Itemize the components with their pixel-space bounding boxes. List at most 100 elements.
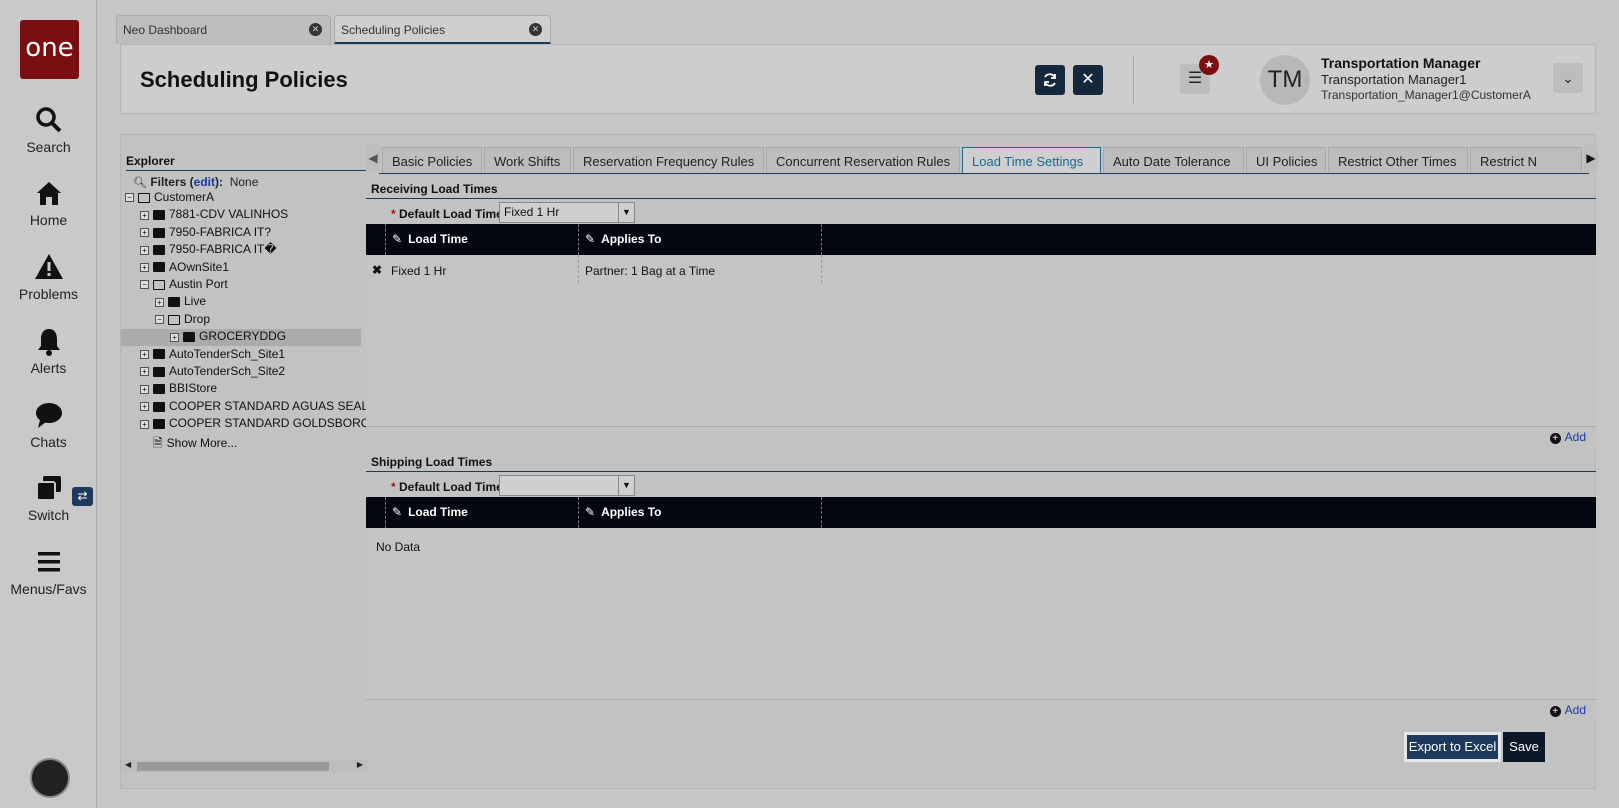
receiving-add-link[interactable]: + Add (1549, 430, 1586, 444)
receiving-divider (366, 198, 1596, 199)
chevron-down-icon: ▼ (618, 203, 634, 222)
tree-node-label: 7950-FABRICA IT� (169, 242, 277, 257)
tree-node-label: Live (184, 294, 207, 309)
row-applies-to[interactable]: Partner: 1 Bag at a Time (585, 264, 715, 278)
nav-search-label: Search (26, 139, 71, 155)
folder-icon (153, 245, 165, 256)
column-applies-to[interactable]: ✎ Applies To (578, 224, 821, 255)
column-load-time[interactable]: ✎ Load Time (385, 224, 578, 255)
scrollbar-thumb[interactable] (137, 762, 329, 771)
expand-icon[interactable]: + (140, 419, 149, 429)
nav-menus[interactable]: Menus/Favs (0, 547, 97, 597)
nav-problems[interactable]: Problems (0, 252, 97, 302)
tree-node[interactable]: − CustomerA (125, 190, 214, 207)
favorites-star-icon[interactable]: ★ (1199, 55, 1219, 75)
user-role: Transportation Manager1 (1321, 72, 1467, 87)
expand-icon[interactable]: + (170, 332, 179, 342)
folder-open-icon (138, 192, 150, 203)
refresh-button[interactable] (1035, 65, 1065, 95)
user-menu-button[interactable]: ⌄ (1553, 63, 1583, 93)
tree-node-label: AOwnSite1 (169, 259, 230, 274)
tree-node[interactable]: − Austin Port (140, 277, 228, 294)
assistant-avatar[interactable] (30, 758, 70, 798)
tree-node[interactable]: + COOPER STANDARD GOLDSBORO (140, 416, 370, 433)
scroll-left-icon[interactable]: ◀ (125, 760, 131, 769)
collapse-icon[interactable]: − (125, 193, 134, 203)
policy-tab[interactable]: Basic Policies (382, 147, 482, 174)
expand-icon[interactable]: + (140, 245, 149, 255)
row-load-time[interactable]: Fixed 1 Hr (391, 264, 446, 278)
tab-label: Neo Dashboard (123, 23, 208, 37)
expand-icon[interactable]: + (140, 349, 149, 359)
nav-problems-label: Problems (18, 286, 79, 302)
export-to-excel-button[interactable]: Export to Excel (1404, 732, 1501, 762)
app-logo[interactable]: one (20, 20, 79, 79)
shipping-add-link[interactable]: + Add (1549, 703, 1586, 717)
shipping-section-title: Shipping Load Times (371, 455, 493, 469)
tab-scheduling-policies[interactable]: Scheduling Policies ✕ (334, 15, 551, 44)
tree-node[interactable]: + AutoTenderSch_Site1 (140, 347, 285, 364)
explorer-scrollbar[interactable]: ◀ ▶ (121, 759, 367, 773)
tree-node-label: COOPER STANDARD GOLDSBORO (169, 416, 371, 431)
save-button[interactable]: Save (1503, 732, 1545, 762)
nav-alerts[interactable]: Alerts (0, 326, 97, 376)
folder-open-icon (168, 314, 180, 325)
tree-node[interactable]: + AutoTenderSch_Site2 (140, 364, 285, 381)
receiving-default-label: * Default Load Time: (391, 207, 507, 221)
filters-edit-link[interactable]: edit (194, 175, 215, 189)
tree-node-label: 7881-CDV VALINHOS (169, 207, 289, 222)
policy-tab[interactable]: Restrict N (1470, 147, 1582, 174)
delete-row-icon[interactable]: ✖ (372, 263, 382, 277)
explorer-panel: Explorer 🔍︎ Filters (edit): None − Custom… (121, 135, 404, 790)
tree-node[interactable]: +7881-CDV VALINHOS (140, 207, 288, 224)
collapse-icon[interactable]: − (155, 315, 164, 325)
policy-tab[interactable]: Reservation Frequency Rules (573, 147, 764, 174)
column-applies-to[interactable]: ✎ Applies To (578, 497, 821, 528)
scroll-right-icon[interactable]: ▶ (357, 760, 363, 769)
tab-neo-dashboard[interactable]: Neo Dashboard ✕ (116, 15, 331, 44)
cell-divider (578, 255, 579, 283)
nav-chats[interactable]: Chats (0, 400, 97, 450)
tree-node-label: GROCERYDDG (199, 329, 287, 344)
policy-tab[interactable]: Restrict Other Times (1328, 147, 1468, 174)
close-tab-icon[interactable]: ✕ (309, 23, 322, 36)
expand-icon[interactable]: + (140, 402, 149, 412)
tabs-scroll-right-icon[interactable]: ▶ (1584, 145, 1598, 171)
policy-tab[interactable]: Work Shifts (484, 147, 571, 174)
expand-icon[interactable]: + (140, 367, 149, 377)
tree-node[interactable]: + AOwnSite1 (140, 260, 229, 277)
filters-label: Filters (150, 175, 187, 189)
policy-tab[interactable]: Load Time Settings (962, 147, 1101, 174)
collapse-icon[interactable]: − (140, 280, 149, 290)
tree-node-label: AutoTenderSch_Site2 (169, 364, 286, 378)
switch-arrows-icon[interactable]: ⇄ (72, 487, 93, 506)
policy-tab[interactable]: Auto Date Tolerance (1103, 147, 1244, 174)
show-more-link[interactable]: 🗎︎ Show More... (140, 434, 237, 451)
expand-icon[interactable]: + (140, 228, 149, 238)
nav-home[interactable]: Home (0, 178, 97, 228)
tree-node[interactable]: + GROCERYDDG (121, 329, 361, 347)
tree-node[interactable]: +7950-FABRICA IT� (140, 242, 277, 259)
expand-icon[interactable]: + (140, 210, 149, 220)
expand-icon[interactable]: + (155, 297, 164, 307)
tree-node[interactable]: − Drop (155, 312, 210, 329)
tree-node[interactable]: +7950-FABRICA IT? (140, 225, 271, 242)
document-icon: 🗎︎ (153, 435, 163, 450)
tree-node[interactable]: + COOPER STANDARD AGUAS SEALING (3 (140, 399, 404, 416)
receiving-default-select[interactable]: Fixed 1 Hr ▼ (499, 202, 635, 223)
receiving-grid-footer: + Add (366, 426, 1596, 448)
tabs-scroll-left-icon[interactable]: ◀ (366, 145, 380, 171)
avatar[interactable]: TM (1260, 55, 1310, 105)
tree-node[interactable]: + BBIStore (140, 381, 217, 398)
close-tab-icon[interactable]: ✕ (529, 23, 542, 36)
expand-icon[interactable]: + (140, 262, 149, 272)
tree-node[interactable]: + Live (155, 294, 206, 311)
shipping-default-select[interactable]: ▼ (499, 475, 635, 496)
policy-tab[interactable]: Concurrent Reservation Rules (766, 147, 960, 174)
expand-icon[interactable]: + (140, 384, 149, 394)
nav-search[interactable]: Search (0, 105, 97, 155)
policy-tab[interactable]: UI Policies (1246, 147, 1326, 174)
page-header: Scheduling Policies ✕ ☰ ★ TM Transportat… (120, 44, 1596, 114)
close-button[interactable]: ✕ (1073, 65, 1103, 95)
column-load-time[interactable]: ✎ Load Time (385, 497, 578, 528)
